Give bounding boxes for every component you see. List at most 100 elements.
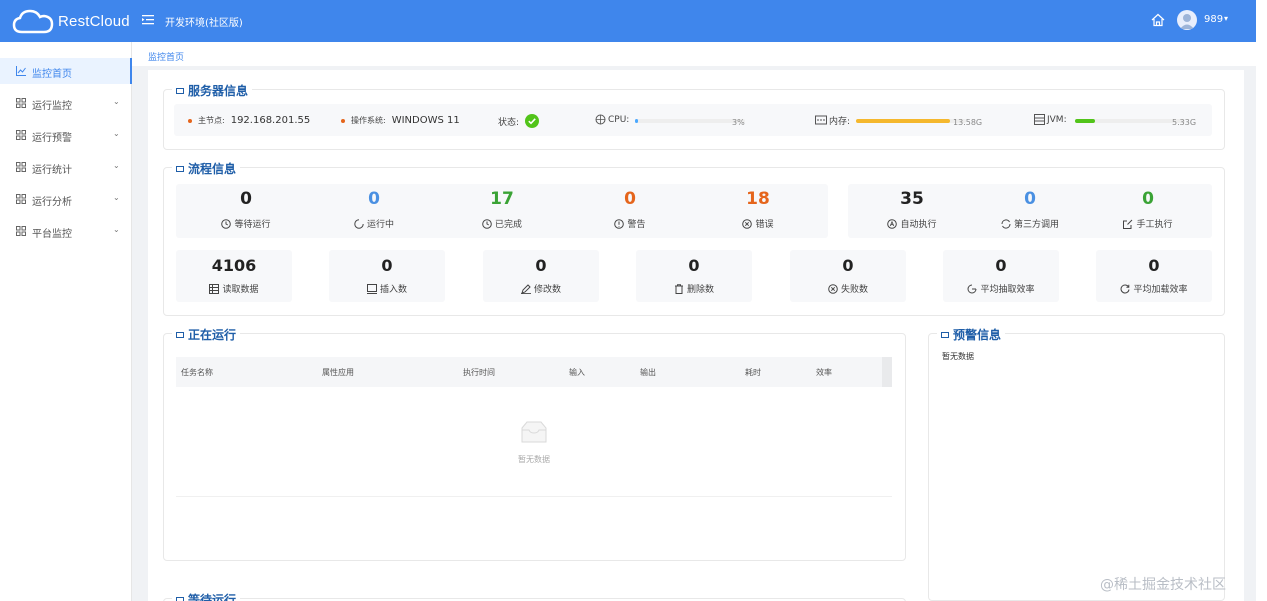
box-value: 0 [842, 256, 854, 275]
stat-warning[interactable]: 0 警告 [566, 184, 694, 238]
scrollbar-track[interactable] [1256, 0, 1267, 601]
stat-waiting[interactable]: 0 等待运行 [182, 184, 310, 238]
chevron-down-icon: ⌄ [113, 97, 120, 106]
column-header[interactable]: 输入 [569, 367, 585, 378]
sidebar-item-label: 平台监控 [32, 229, 72, 240]
box-read-data[interactable]: 4106 读取数据 [176, 250, 292, 302]
empty-inbox-icon [521, 421, 547, 443]
grid-icon [16, 194, 26, 204]
section-icon [941, 331, 949, 338]
stat-value: 17 [490, 189, 514, 209]
stat-label: 警告 [566, 217, 694, 230]
box-label-text: 读取数据 [222, 285, 259, 295]
stat-value: 0 [1024, 189, 1036, 209]
cpu-icon [595, 114, 606, 125]
stat-auto-exec[interactable]: 35 自动执行 [852, 184, 972, 238]
server-info-title: 服务器信息 [172, 82, 253, 99]
section-icon [176, 165, 184, 172]
home-icon[interactable] [1151, 13, 1165, 27]
box-avg-extract[interactable]: 0 平均抽取效率 [943, 250, 1059, 302]
stat-label: 运行中 [310, 217, 438, 230]
section-title-text: 流程信息 [188, 162, 237, 176]
avatar[interactable] [1177, 10, 1197, 30]
sidebar-item-monitor-home[interactable]: 监控首页 [0, 58, 132, 84]
section-title-text: 服务器信息 [188, 84, 249, 98]
error-circle-icon [742, 218, 753, 229]
insert-icon [366, 283, 377, 294]
stat-error[interactable]: 18 错误 [694, 184, 822, 238]
box-value: 0 [381, 256, 393, 275]
column-header[interactable]: 效率 [816, 367, 832, 378]
section-title-text: 正在运行 [188, 328, 237, 342]
table-scrollbar[interactable] [882, 357, 892, 387]
master-node: 主节点: 192.168.201.55 [188, 115, 310, 126]
box-label-text: 修改数 [533, 285, 561, 295]
memory-label: 内存: [829, 117, 851, 127]
section-icon [176, 87, 184, 94]
warning-panel [928, 333, 1225, 601]
stat-label: 等待运行 [182, 217, 310, 230]
top-bar: RestCloud 开发环境(社区版) 989 ▾ [0, 0, 1256, 42]
jvm: JVM: [1034, 114, 1073, 125]
box-value: 0 [1148, 256, 1160, 275]
box-label: 平均加载效率 [1096, 282, 1212, 295]
stat-third-party[interactable]: 0 第三方调用 [972, 184, 1088, 238]
sidebar-item-label: 监控首页 [32, 69, 72, 80]
stat-value: 0 [368, 189, 380, 209]
stat-label-text: 错误 [755, 220, 774, 230]
stat-value: 0 [624, 189, 636, 209]
grid-icon [16, 130, 26, 140]
divider [176, 496, 892, 497]
logo[interactable]: RestCloud [12, 8, 130, 34]
box-value: 0 [535, 256, 547, 275]
box-label-text: 平均加载效率 [1133, 285, 1188, 295]
column-header[interactable]: 耗时 [745, 367, 761, 378]
jvm-progress-bar [1075, 119, 1185, 123]
loading-icon [354, 218, 364, 229]
cpu-progress-fill [635, 119, 639, 123]
stat-completed[interactable]: 17 已完成 [438, 184, 566, 238]
table-icon [209, 283, 220, 294]
column-header[interactable]: 执行时间 [463, 367, 495, 378]
menu-toggle-icon[interactable] [142, 13, 156, 27]
box-delete[interactable]: 0 删除数 [636, 250, 752, 302]
stat-label: 已完成 [438, 217, 566, 230]
box-label: 失败数 [790, 282, 906, 295]
box-failed[interactable]: 0 失败数 [790, 250, 906, 302]
stat-manual-exec[interactable]: 0 手工执行 [1088, 184, 1208, 238]
logo-text: RestCloud [58, 12, 130, 30]
breadcrumb[interactable]: 监控首页 [148, 50, 184, 63]
stat-running[interactable]: 0 运行中 [310, 184, 438, 238]
sidebar: 监控首页 运行监控 ⌄ 运行预警 ⌄ 运行统计 ⌄ 运行分析 ⌄ 平台监控 ⌄ [0, 42, 132, 601]
trash-icon [674, 283, 683, 294]
sidebar-item-label: 运行分析 [32, 197, 72, 208]
sidebar-item-run-alert[interactable]: 运行预警 ⌄ [0, 122, 132, 148]
column-header[interactable]: 任务名称 [181, 367, 213, 378]
box-label-text: 平均抽取效率 [980, 285, 1035, 295]
box-modify[interactable]: 0 修改数 [483, 250, 599, 302]
box-insert[interactable]: 0 插入数 [329, 250, 445, 302]
empty-state-text: 暂无数据 [518, 455, 550, 464]
gauge-icon [967, 284, 977, 293]
user-name[interactable]: 989 [1204, 14, 1223, 25]
stat-value: 18 [746, 189, 770, 209]
sidebar-item-platform-monitor[interactable]: 平台监控 ⌄ [0, 218, 132, 244]
stat-value: 0 [1142, 189, 1154, 209]
chevron-down-icon: ⌄ [113, 161, 120, 170]
stat-value: 0 [240, 189, 252, 209]
sidebar-item-run-analysis[interactable]: 运行分析 ⌄ [0, 186, 132, 212]
memory-icon [815, 115, 827, 125]
sidebar-item-run-monitor[interactable]: 运行监控 ⌄ [0, 90, 132, 116]
section-icon [176, 596, 184, 601]
bullet-icon [188, 118, 192, 123]
box-avg-load[interactable]: 0 平均加载效率 [1096, 250, 1212, 302]
sidebar-item-run-stats[interactable]: 运行统计 ⌄ [0, 154, 132, 180]
section-title-text: 预警信息 [953, 328, 1002, 342]
box-label-text: 插入数 [379, 285, 407, 295]
chevron-down-icon[interactable]: ▾ [1224, 14, 1228, 23]
column-header[interactable]: 输出 [640, 367, 656, 378]
box-label: 删除数 [636, 282, 752, 295]
check-circle-icon [525, 114, 540, 128]
column-header[interactable]: 属性应用 [322, 367, 354, 378]
cloud-logo-icon [12, 9, 54, 34]
